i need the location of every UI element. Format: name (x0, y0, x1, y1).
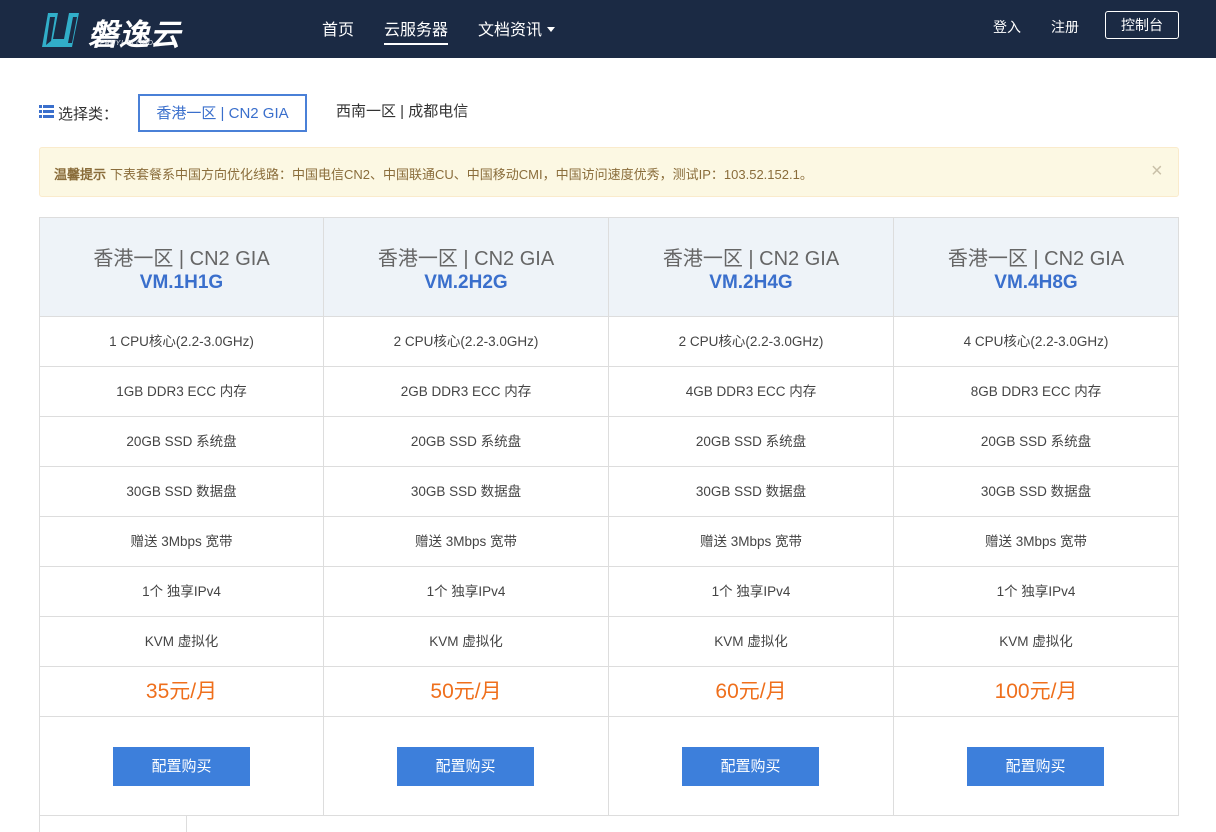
plan-column: 香港一区 | CN2 GIA VM.4H8G 4 CPU核心(2.2-3.0GH… (894, 218, 1178, 815)
plan-spec-system-disk: 20GB SSD 系统盘 (40, 417, 323, 467)
plan-column: 香港一区 | CN2 GIA VM.1H1G 1 CPU核心(2.2-3.0GH… (40, 218, 324, 815)
plan-spec-data-disk: 30GB SSD 数据盘 (609, 467, 893, 517)
nav-cloud-server[interactable]: 云服务器 (384, 16, 449, 45)
register-link[interactable]: 注册 (1051, 17, 1079, 37)
plan-spec-ipv4: 1个 独享IPv4 (894, 567, 1178, 617)
plan-spec-memory: 8GB DDR3 ECC 内存 (894, 367, 1178, 417)
plan-name: VM.1H1G (139, 272, 224, 293)
plan-price: 35元/月 (40, 667, 323, 717)
plan-spec-system-disk: 20GB SSD 系统盘 (894, 417, 1178, 467)
plan-region: 香港一区 | CN2 GIA (947, 248, 1125, 270)
plan-spec-bandwidth: 赠送 3Mbps 宽带 (324, 517, 608, 567)
plan-spec-virtualization: KVM 虚拟化 (324, 617, 608, 667)
alert-text: 温馨提示 下表套餐系中国方向优化线路：中国电信CN2、中国联通CU、中国移动CMI… (54, 164, 813, 183)
plan-spec-cpu: 4 CPU核心(2.2-3.0GHz) (894, 317, 1178, 367)
plan-spec-virtualization: KVM 虚拟化 (40, 617, 323, 667)
region-tab-hongkong[interactable]: 香港一区 | CN2 GIA (138, 94, 307, 132)
close-icon[interactable]: × (1151, 160, 1163, 183)
plan-spec-virtualization: KVM 虚拟化 (609, 617, 893, 667)
plan-spec-system-disk: 20GB SSD 系统盘 (609, 417, 893, 467)
plan-spec-data-disk: 30GB SSD 数据盘 (894, 467, 1178, 517)
plan-spec-memory: 2GB DDR3 ECC 内存 (324, 367, 608, 417)
plan-header: 香港一区 | CN2 GIA VM.2H4G (609, 218, 893, 317)
logo-mark-icon (42, 13, 79, 47)
plan-spec-bandwidth: 赠送 3Mbps 宽带 (894, 517, 1178, 567)
buy-button[interactable]: 配置购买 (682, 747, 819, 786)
plan-spec-bandwidth: 赠送 3Mbps 宽带 (609, 517, 893, 567)
plan-spec-memory: 1GB DDR3 ECC 内存 (40, 367, 323, 417)
plan-spec-data-disk: 30GB SSD 数据盘 (40, 467, 323, 517)
plan-region: 香港一区 | CN2 GIA (377, 248, 555, 270)
notice-alert: 温馨提示 下表套餐系中国方向优化线路：中国电信CN2、中国联通CU、中国移动CMI… (39, 147, 1179, 197)
plan-spec-cpu: 2 CPU核心(2.2-3.0GHz) (609, 317, 893, 367)
selector-label: 选择类： (58, 106, 119, 123)
plan-header: 香港一区 | CN2 GIA VM.1H1G (40, 218, 323, 317)
plan-spec-ipv4: 1个 独享IPv4 (324, 567, 608, 617)
plan-spec-ipv4: 1个 独享IPv4 (40, 567, 323, 617)
nav-home[interactable]: 首页 (322, 16, 354, 40)
plan-name: VM.2H2G (424, 272, 508, 293)
region-tab-southwest[interactable]: 西南一区 | 成都电信 (323, 94, 481, 132)
alert-message: 下表套餐系中国方向优化线路：中国电信CN2、中国联通CU、中国移动CMI，中国访… (110, 167, 813, 182)
console-button[interactable]: 控制台 (1105, 11, 1179, 39)
plan-column: 香港一区 | CN2 GIA VM.2H2G 2 CPU核心(2.2-3.0GH… (324, 218, 609, 815)
pricing-table: 香港一区 | CN2 GIA VM.1H1G 1 CPU核心(2.2-3.0GH… (39, 217, 1179, 816)
logo-text: 磐逸云 (88, 18, 181, 53)
next-section-edge (39, 816, 187, 832)
alert-title: 温馨提示 (54, 167, 107, 182)
plan-spec-cpu: 1 CPU核心(2.2-3.0GHz) (40, 317, 323, 367)
plan-price: 50元/月 (324, 667, 608, 717)
logo-subtext: PANYI CLOUD (100, 40, 154, 47)
plan-name: VM.4H8G (994, 272, 1078, 293)
plan-spec-cpu: 2 CPU核心(2.2-3.0GHz) (324, 317, 608, 367)
plan-spec-virtualization: KVM 虚拟化 (894, 617, 1178, 667)
plan-spec-bandwidth: 赠送 3Mbps 宽带 (40, 517, 323, 567)
buy-button[interactable]: 配置购买 (397, 747, 534, 786)
buy-button[interactable]: 配置购买 (113, 747, 250, 786)
list-icon (39, 105, 54, 118)
plan-price: 100元/月 (894, 667, 1178, 717)
buy-button[interactable]: 配置购买 (967, 747, 1104, 786)
caret-down-icon (547, 27, 556, 32)
plan-price: 60元/月 (609, 667, 893, 717)
plan-column: 香港一区 | CN2 GIA VM.2H4G 2 CPU核心(2.2-3.0GH… (609, 218, 894, 815)
plan-spec-data-disk: 30GB SSD 数据盘 (324, 467, 608, 517)
login-link[interactable]: 登入 (993, 17, 1021, 37)
plan-header: 香港一区 | CN2 GIA VM.4H8G (894, 218, 1178, 317)
nav-docs[interactable]: 文档资讯 (478, 16, 556, 40)
plan-region: 香港一区 | CN2 GIA (662, 248, 840, 270)
plan-spec-system-disk: 20GB SSD 系统盘 (324, 417, 608, 467)
top-navbar: 磐逸云 PANYI CLOUD 首页 云服务器 文档资讯 登入 注册 控制台 (0, 0, 1216, 58)
plan-header: 香港一区 | CN2 GIA VM.2H2G (324, 218, 608, 317)
plan-spec-ipv4: 1个 独享IPv4 (609, 567, 893, 617)
site-logo[interactable]: 磐逸云 PANYI CLOUD (38, 7, 208, 53)
plan-spec-memory: 4GB DDR3 ECC 内存 (609, 367, 893, 417)
plan-name: VM.2H4G (709, 272, 793, 293)
nav-docs-label: 文档资讯 (478, 22, 543, 39)
plan-region: 香港一区 | CN2 GIA (93, 248, 270, 270)
